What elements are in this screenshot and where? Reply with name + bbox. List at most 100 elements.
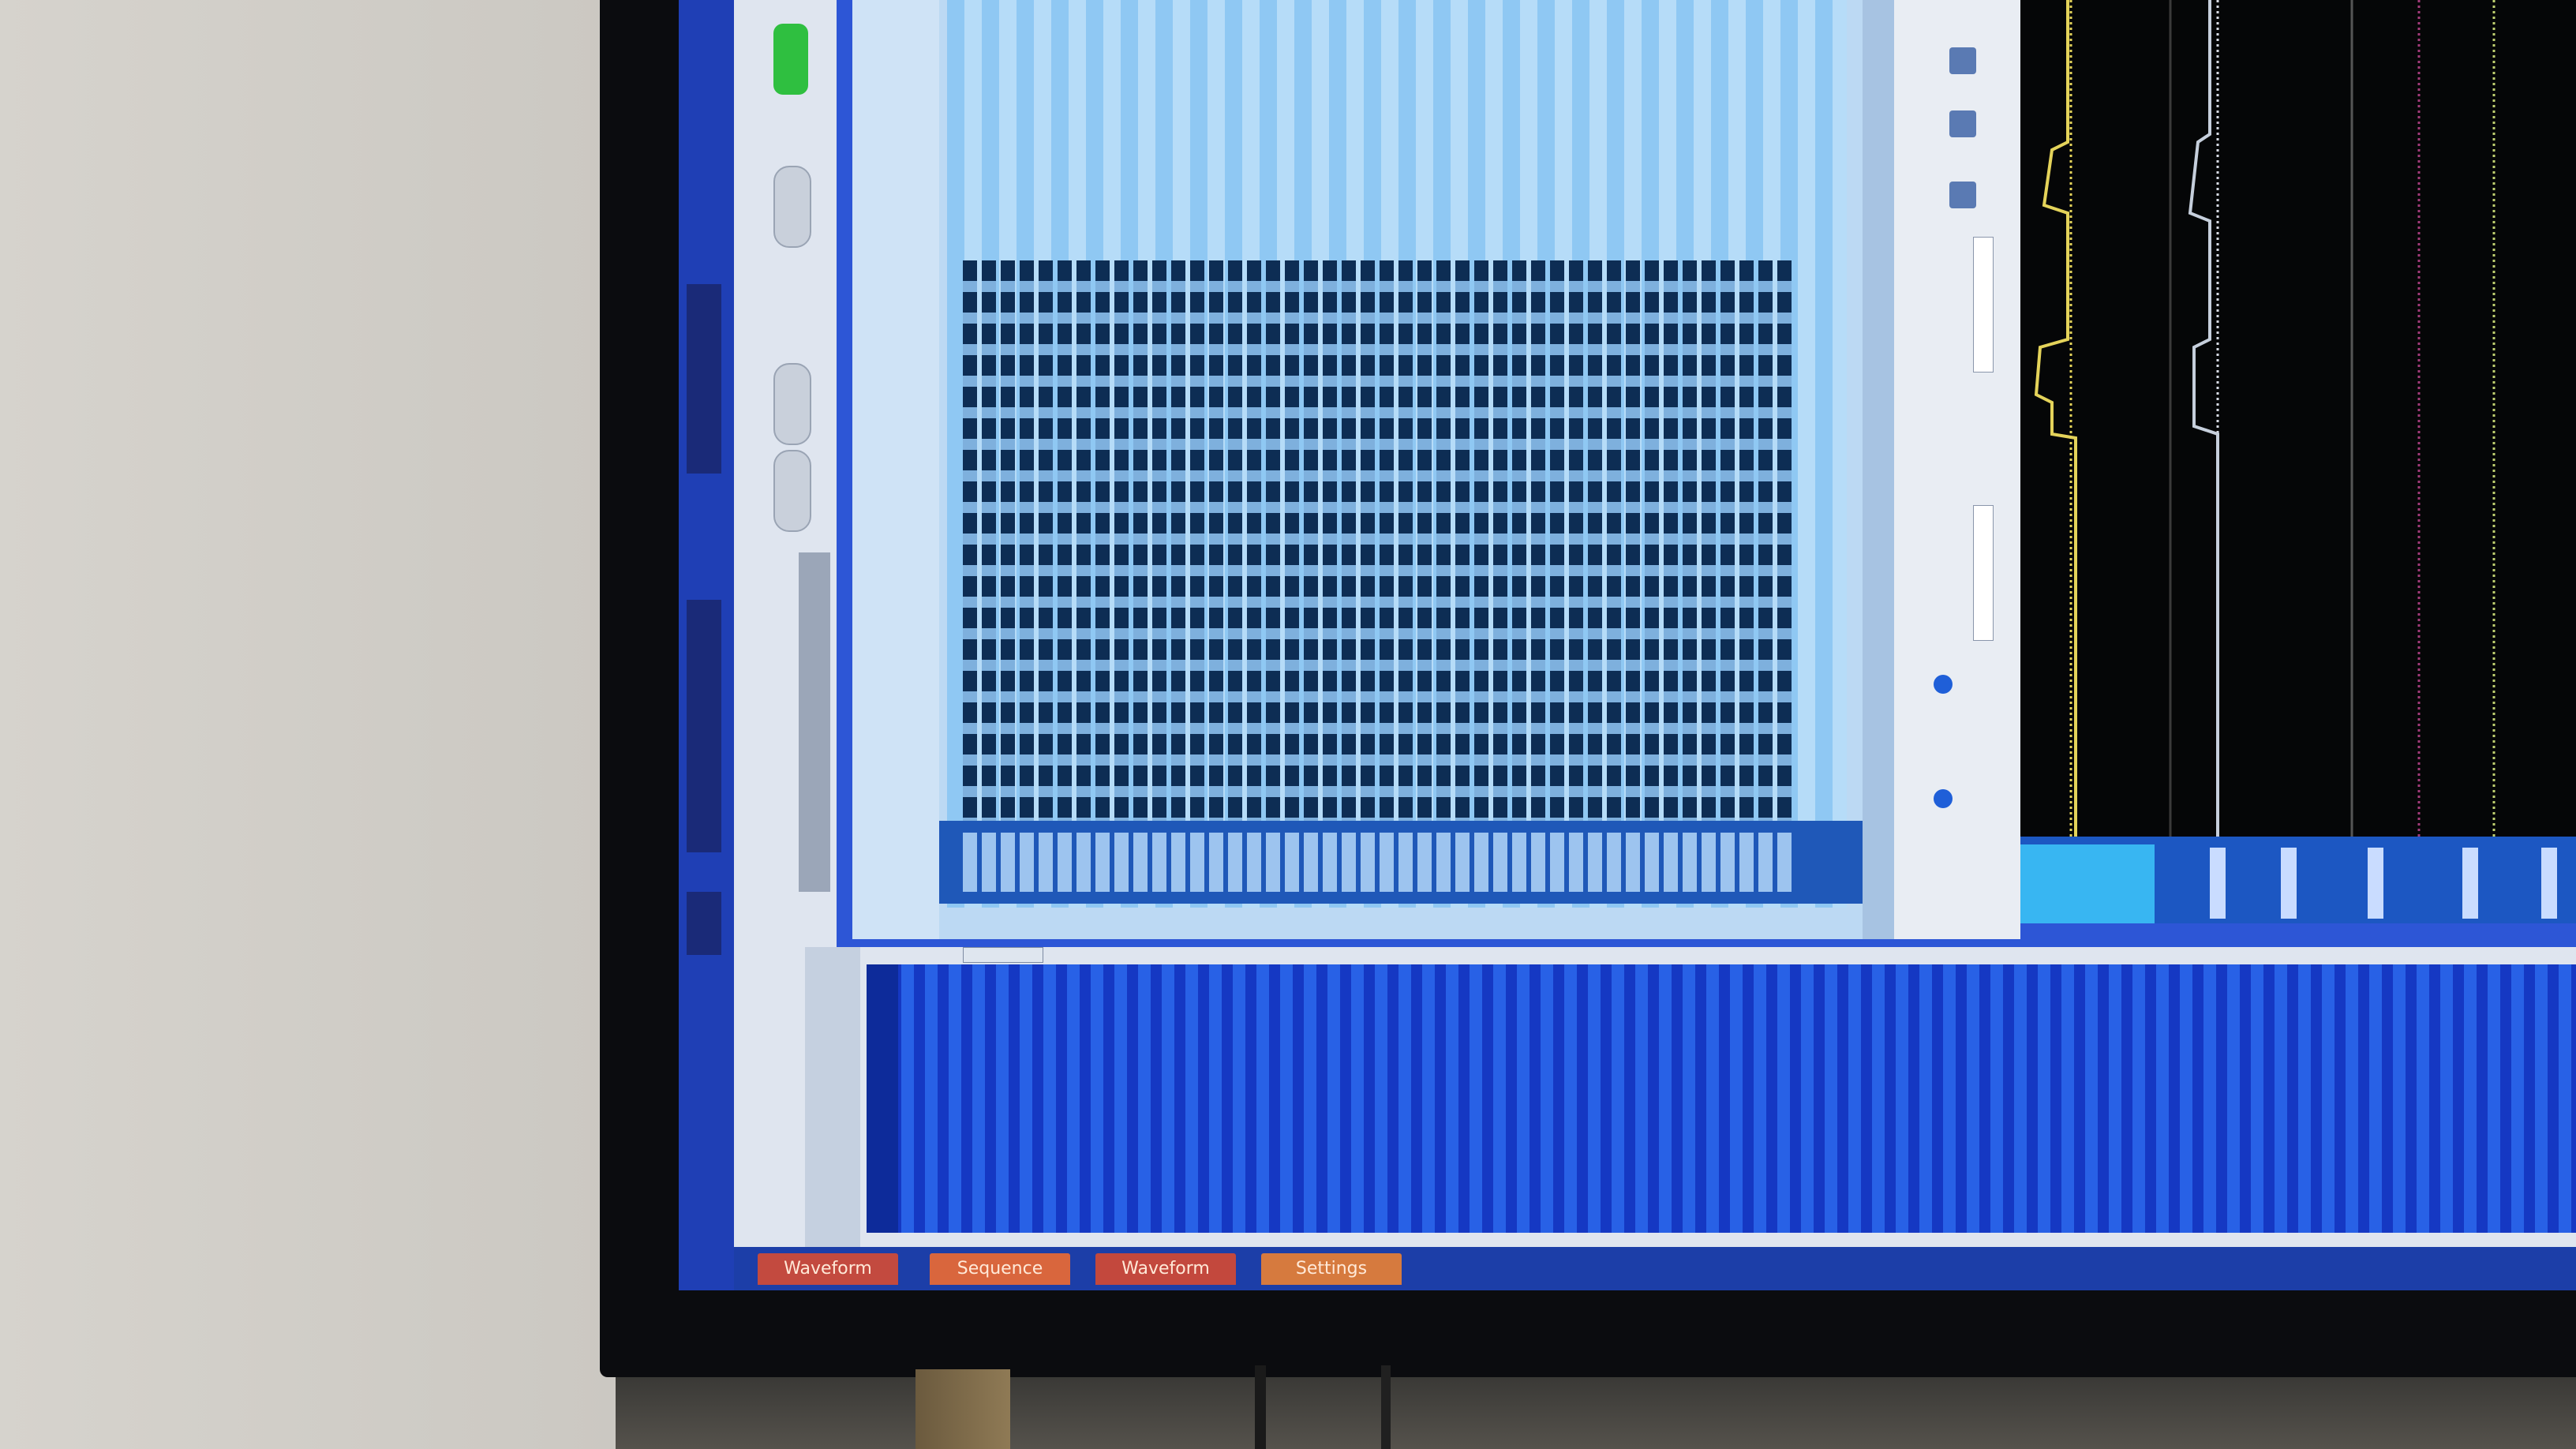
radio-button[interactable] bbox=[1934, 675, 1953, 694]
property-field[interactable] bbox=[1973, 505, 1994, 641]
footer-cell bbox=[1020, 833, 1034, 892]
footer-cell bbox=[1380, 833, 1394, 892]
footer-cell bbox=[963, 833, 977, 892]
taskbar-item[interactable] bbox=[687, 892, 721, 955]
desk-shadow bbox=[616, 1377, 2576, 1449]
property-field[interactable] bbox=[1973, 237, 1994, 373]
table-column bbox=[1720, 260, 1735, 829]
sequence-side-toolbar bbox=[805, 947, 860, 1247]
waveform-table-panel bbox=[852, 0, 1894, 939]
table-column bbox=[1512, 260, 1526, 829]
table-column bbox=[1474, 260, 1488, 829]
run-button[interactable] bbox=[773, 166, 811, 248]
footer-cell bbox=[1588, 833, 1602, 892]
footer-cell bbox=[1739, 833, 1754, 892]
footer-cell bbox=[1702, 833, 1716, 892]
stop-icon[interactable] bbox=[1949, 182, 1976, 208]
table-column bbox=[1758, 260, 1773, 829]
footer-cell bbox=[1361, 833, 1375, 892]
waveform-table[interactable] bbox=[947, 0, 1847, 908]
taskbar-item[interactable] bbox=[687, 284, 721, 474]
footer-cell bbox=[1039, 833, 1053, 892]
footer-cell bbox=[1247, 833, 1261, 892]
table-column bbox=[1001, 260, 1015, 829]
sequence-track[interactable] bbox=[867, 964, 2576, 1233]
table-column bbox=[1436, 260, 1451, 829]
footer-cell bbox=[1398, 833, 1413, 892]
table-column bbox=[1455, 260, 1470, 829]
footer-cell bbox=[1512, 833, 1526, 892]
table-column bbox=[1039, 260, 1053, 829]
footer-cell bbox=[1209, 833, 1223, 892]
channel-label[interactable] bbox=[2368, 848, 2383, 919]
table-column bbox=[963, 260, 977, 829]
table-column bbox=[1152, 260, 1166, 829]
table-column bbox=[1133, 260, 1148, 829]
footer-cell bbox=[1323, 833, 1337, 892]
table-column bbox=[1171, 260, 1185, 829]
cable bbox=[1381, 1365, 1391, 1449]
footer-cell bbox=[1058, 833, 1072, 892]
wall-background bbox=[0, 0, 616, 1449]
table-column bbox=[1777, 260, 1792, 829]
table-column bbox=[1569, 260, 1583, 829]
panel-splitter[interactable] bbox=[799, 552, 830, 892]
table-column bbox=[1342, 260, 1356, 829]
table-column bbox=[1417, 260, 1432, 829]
table-column bbox=[1076, 260, 1091, 829]
footer-cell bbox=[1777, 833, 1792, 892]
table-column bbox=[1190, 260, 1204, 829]
channel-label[interactable] bbox=[2281, 848, 2297, 919]
stop-button[interactable] bbox=[773, 363, 811, 445]
footer-cell bbox=[1095, 833, 1110, 892]
footer-cell bbox=[1114, 833, 1129, 892]
table-column bbox=[1645, 260, 1659, 829]
tab-sequence[interactable]: Sequence bbox=[930, 1253, 1070, 1285]
footer-cell bbox=[1626, 833, 1640, 892]
play-icon[interactable] bbox=[1949, 110, 1976, 137]
tab-waveform-list[interactable]: Waveform List bbox=[758, 1253, 898, 1285]
table-column bbox=[1266, 260, 1280, 829]
trigger-button[interactable] bbox=[773, 450, 811, 532]
footer-cell bbox=[1474, 833, 1488, 892]
tab-settings[interactable]: Settings bbox=[1261, 1253, 1402, 1285]
table-column bbox=[1588, 260, 1602, 829]
footer-cell bbox=[1683, 833, 1697, 892]
footer-cell bbox=[1493, 833, 1507, 892]
tab-bar: Waveform List Sequence Waveform Settings bbox=[734, 1247, 2576, 1290]
panel-title-tab[interactable] bbox=[963, 947, 1043, 963]
table-column bbox=[1095, 260, 1110, 829]
channel-label[interactable] bbox=[2210, 848, 2226, 919]
channel-label[interactable] bbox=[2541, 848, 2557, 919]
taskbar bbox=[679, 0, 734, 1290]
selected-channel[interactable] bbox=[2020, 844, 2155, 923]
table-column bbox=[1626, 260, 1640, 829]
table-column bbox=[1739, 260, 1754, 829]
table-column bbox=[1550, 260, 1564, 829]
channel-label[interactable] bbox=[2462, 848, 2478, 919]
sequence-panel bbox=[805, 947, 2576, 1247]
cable bbox=[1255, 1365, 1266, 1449]
table-column bbox=[1323, 260, 1337, 829]
footer-cell bbox=[1304, 833, 1318, 892]
footer-cell bbox=[1569, 833, 1583, 892]
settings-icon[interactable] bbox=[1949, 47, 1976, 74]
table-column bbox=[1020, 260, 1034, 829]
radio-button[interactable] bbox=[1934, 789, 1953, 808]
table-column bbox=[1702, 260, 1716, 829]
taskbar-item[interactable] bbox=[687, 600, 721, 852]
table-column bbox=[1058, 260, 1072, 829]
tab-waveform[interactable]: Waveform bbox=[1095, 1253, 1236, 1285]
table-column bbox=[1228, 260, 1242, 829]
waveform-display bbox=[2020, 0, 2576, 837]
table-column bbox=[1114, 260, 1129, 829]
footer-cell bbox=[1133, 833, 1148, 892]
table-column bbox=[1683, 260, 1697, 829]
table-column bbox=[1398, 260, 1413, 829]
footer-cell bbox=[1645, 833, 1659, 892]
footer-cell bbox=[1758, 833, 1773, 892]
footer-cell bbox=[1001, 833, 1015, 892]
screen: Waveform List Sequence Waveform Settings bbox=[679, 0, 2576, 1290]
vertical-scrollbar[interactable] bbox=[1863, 0, 1894, 939]
status-light-icon bbox=[773, 24, 808, 95]
